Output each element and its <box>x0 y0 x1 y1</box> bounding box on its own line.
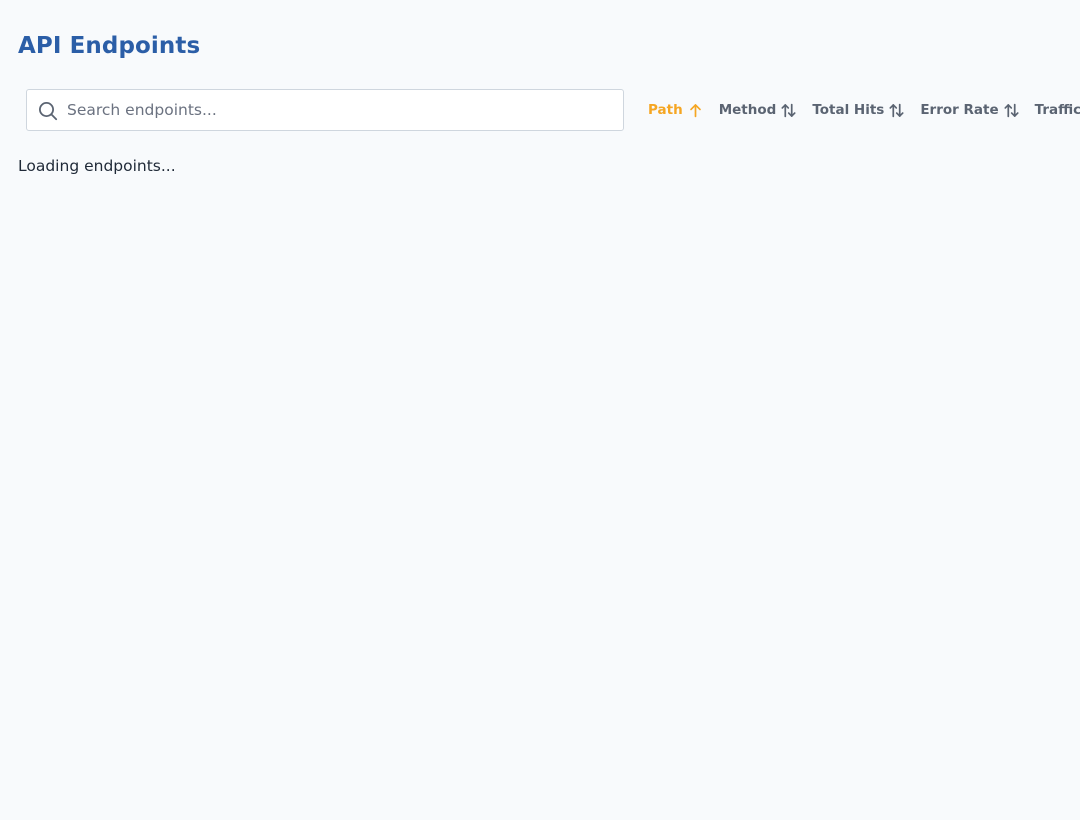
search-box[interactable] <box>26 89 624 131</box>
sort-option-label: Total Hits <box>812 102 885 118</box>
sort-option-label: Path <box>648 102 683 118</box>
endpoints-page: API Endpoints Path Method Total <box>0 0 1080 820</box>
sort-option-error-rate[interactable]: Error Rate <box>920 102 1019 118</box>
sort-option-traffic[interactable]: Traffic <box>1035 102 1080 118</box>
search-input[interactable] <box>67 90 615 130</box>
arrow-up-icon <box>689 103 701 117</box>
sort-option-label: Method <box>718 102 777 118</box>
sort-arrows-icon <box>1004 103 1019 117</box>
sort-option-path[interactable]: Path <box>648 102 703 118</box>
sort-arrows-icon <box>889 103 904 117</box>
search-icon <box>39 102 58 121</box>
sort-option-label: Error Rate <box>920 102 999 118</box>
sort-option-label: Traffic <box>1034 102 1080 118</box>
sort-arrows-icon <box>781 103 796 117</box>
loading-status: Loading endpoints... <box>18 157 176 175</box>
page-title: API Endpoints <box>18 33 201 59</box>
sort-option-total-hits[interactable]: Total Hits <box>812 102 904 118</box>
sort-bar: Path Method Total Hits Error Rate Traffi… <box>648 100 1080 120</box>
sort-option-method[interactable]: Method <box>719 102 797 118</box>
